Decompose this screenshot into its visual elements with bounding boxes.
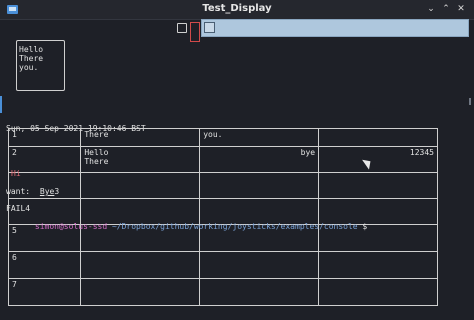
table-cell: Hello There: [80, 146, 201, 173]
table-cell: 6: [7, 251, 82, 279]
red-indicator: [190, 22, 200, 42]
table-row: [7, 172, 438, 199]
bye-text: Bye: [39, 187, 55, 196]
close-icon[interactable]: ✕: [456, 4, 466, 14]
table-cell: you.: [199, 128, 320, 147]
table-row: 1 There you.: [7, 128, 438, 147]
bye-suffix: 3: [54, 187, 60, 196]
blue-panel[interactable]: [201, 19, 469, 37]
table-cell: [318, 128, 438, 147]
table-cell: [80, 251, 201, 279]
fail-text: FAIL4: [6, 204, 31, 213]
table-cell: 12345: [318, 146, 438, 173]
table-cell: [199, 251, 320, 279]
hello-text-box: Hello There you.: [16, 40, 65, 91]
minimize-icon[interactable]: ⌄: [426, 4, 436, 14]
want-text: want:: [6, 187, 31, 196]
table-cell: [318, 172, 438, 199]
table-cell: 1: [7, 128, 82, 147]
title-bar[interactable]: Test_Display ⌄ ⌃ ✕: [0, 0, 474, 20]
right-scroll-marker[interactable]: [469, 98, 471, 105]
table-row: 6: [7, 251, 438, 279]
table-cell: [318, 278, 438, 306]
left-edge-marker: [0, 96, 2, 113]
table-row: 7: [7, 278, 438, 306]
shell-prompt[interactable]: simon@solus-ssd ~/Dropbox/github/working…: [6, 213, 367, 240]
display-area: Hello There you. Sun, 05 Sep 2021 19:10:…: [0, 19, 474, 320]
table-cell: 7: [7, 278, 82, 306]
window-title: Test_Display: [202, 3, 272, 14]
table-cell: [80, 172, 201, 199]
table-row: 2 Hello There bye 12345: [7, 146, 438, 173]
panel-square-icon[interactable]: [204, 22, 215, 33]
table-cell: bye: [199, 146, 320, 173]
checkbox[interactable]: [177, 23, 187, 33]
table-cell: [318, 251, 438, 279]
prompt-user: simon@solus-ssd: [34, 222, 108, 231]
prompt-path: ~/Dropbox/github/working/joysticks/examp…: [107, 222, 358, 231]
table-cell: [199, 172, 320, 199]
maximize-icon[interactable]: ⌃: [441, 4, 451, 14]
table-cell: [80, 278, 201, 306]
app-window: Test_Display ⌄ ⌃ ✕ Hello There you. Sun,…: [0, 0, 474, 320]
table-cell: [199, 278, 320, 306]
hi-text: Hi: [11, 169, 21, 178]
prompt-symbol: $: [357, 222, 368, 231]
table-cell: There: [80, 128, 201, 147]
